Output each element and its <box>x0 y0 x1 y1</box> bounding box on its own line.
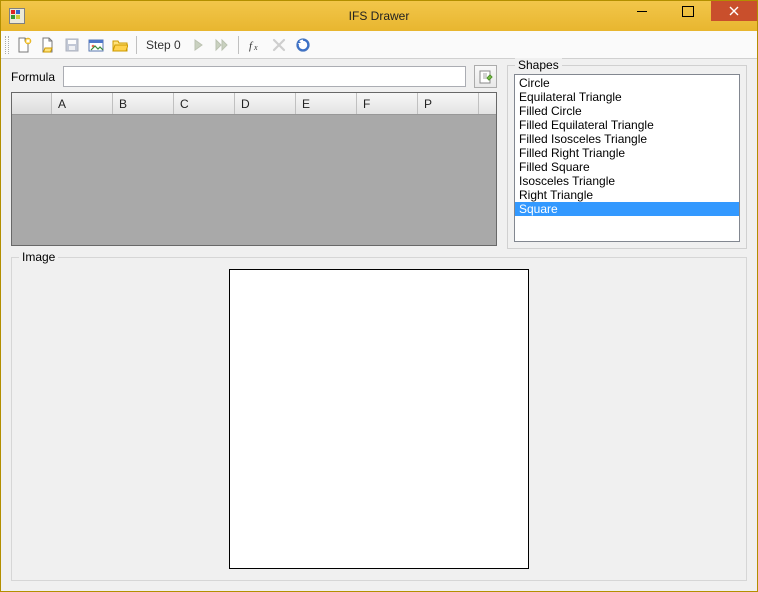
close-button[interactable] <box>711 1 757 21</box>
new-file-button[interactable] <box>13 34 35 56</box>
data-grid[interactable]: A B C D E F P <box>11 92 497 246</box>
function-icon: f x <box>247 37 263 53</box>
maximize-button[interactable] <box>665 1 711 21</box>
step-forward-button[interactable] <box>187 34 209 56</box>
open-file-button[interactable] <box>37 34 59 56</box>
top-row: Formula A B C <box>11 65 747 249</box>
save-button[interactable] <box>61 34 83 56</box>
formula-row: Formula <box>11 65 497 88</box>
grid-column-header[interactable]: C <box>174 93 235 114</box>
toolbar-separator <box>136 36 137 54</box>
left-panel: Formula A B C <box>11 65 497 246</box>
shape-item[interactable]: Filled Equilateral Triangle <box>515 118 739 132</box>
shape-item[interactable]: Filled Square <box>515 160 739 174</box>
grid-column-header[interactable]: P <box>418 93 479 114</box>
minimize-button[interactable] <box>619 1 665 21</box>
shape-item[interactable]: Equilateral Triangle <box>515 90 739 104</box>
refresh-button[interactable] <box>292 34 314 56</box>
svg-text:x: x <box>253 43 258 52</box>
shape-item[interactable]: Filled Circle <box>515 104 739 118</box>
refresh-icon <box>295 37 311 53</box>
titlebar: IFS Drawer <box>1 1 757 31</box>
grid-body[interactable] <box>12 115 496 245</box>
shape-item[interactable]: Circle <box>515 76 739 90</box>
grid-column-header[interactable]: A <box>52 93 113 114</box>
apply-icon <box>479 70 493 84</box>
save-image-button[interactable] <box>85 34 107 56</box>
step-label: Step 0 <box>142 38 185 52</box>
close-icon <box>729 6 739 16</box>
save-icon <box>64 37 80 53</box>
grid-column-header[interactable]: F <box>357 93 418 114</box>
step-forward-icon <box>190 37 206 53</box>
shape-item[interactable]: Filled Right Triangle <box>515 146 739 160</box>
formula-apply-button[interactable] <box>474 65 497 88</box>
image-group: Image <box>11 257 747 581</box>
save-image-icon <box>88 37 104 53</box>
grid-column-header[interactable]: D <box>235 93 296 114</box>
grid-header-row: A B C D E F P <box>12 93 496 115</box>
new-file-icon <box>16 37 32 53</box>
formula-label: Formula <box>11 70 55 84</box>
image-label: Image <box>19 250 58 264</box>
shapes-group: Shapes CircleEquilateral TriangleFilled … <box>507 65 747 249</box>
image-canvas <box>229 269 529 569</box>
delete-icon <box>271 37 287 53</box>
toolbar: Step 0 f x <box>1 31 757 59</box>
delete-button[interactable] <box>268 34 290 56</box>
app-icon <box>9 8 25 24</box>
app-window: IFS Drawer <box>0 0 758 592</box>
grid-column-header[interactable]: E <box>296 93 357 114</box>
fast-forward-button[interactable] <box>211 34 233 56</box>
shapes-label: Shapes <box>515 58 562 72</box>
body-area: Formula A B C <box>1 59 757 591</box>
open-folder-button[interactable] <box>109 34 131 56</box>
shapes-list[interactable]: CircleEquilateral TriangleFilled CircleF… <box>514 74 740 242</box>
function-button[interactable]: f x <box>244 34 266 56</box>
toolbar-separator <box>238 36 239 54</box>
open-file-icon <box>40 37 56 53</box>
toolbar-grip <box>5 36 9 54</box>
formula-input[interactable] <box>63 66 466 87</box>
window-controls <box>619 1 757 31</box>
grid-column-header[interactable]: B <box>113 93 174 114</box>
shape-item[interactable]: Square <box>515 202 739 216</box>
grid-corner-cell[interactable] <box>12 93 52 114</box>
shape-item[interactable]: Filled Isosceles Triangle <box>515 132 739 146</box>
shape-item[interactable]: Isosceles Triangle <box>515 174 739 188</box>
folder-icon <box>112 37 128 53</box>
shape-item[interactable]: Right Triangle <box>515 188 739 202</box>
fast-forward-icon <box>214 37 230 53</box>
